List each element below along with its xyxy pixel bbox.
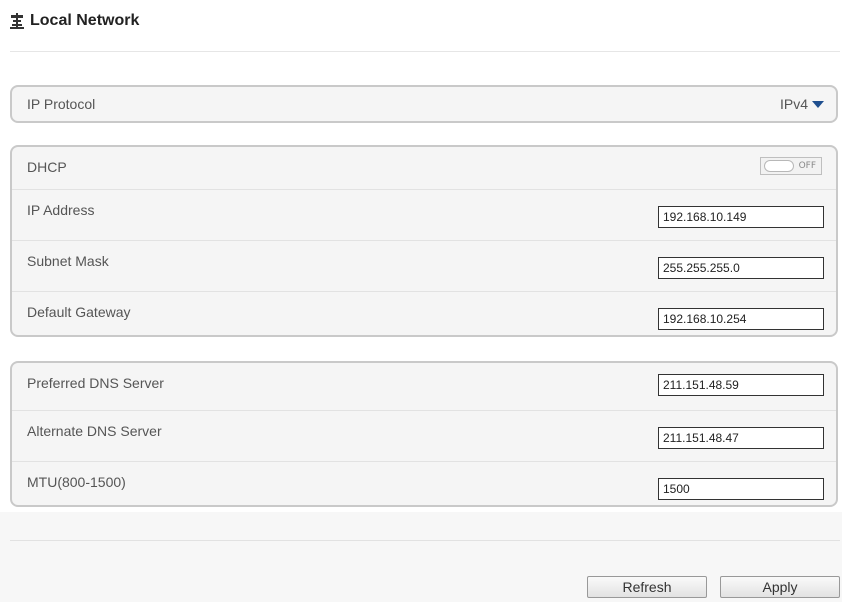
ip-address-field[interactable] <box>658 206 824 228</box>
dhcp-toggle[interactable]: OFF <box>760 157 822 175</box>
preferred-dns-label: Preferred DNS Server <box>27 375 164 391</box>
apply-button[interactable]: Apply <box>720 576 840 598</box>
dhcp-row: DHCP OFF <box>12 147 836 190</box>
refresh-button[interactable]: Refresh <box>587 576 707 598</box>
mtu-field[interactable] <box>658 478 824 500</box>
ip-address-label: IP Address <box>27 202 95 218</box>
ip-protocol-value: IPv4 <box>779 96 808 112</box>
subnet-mask-field[interactable] <box>658 257 824 279</box>
page-title: Local Network <box>30 12 140 29</box>
network-signpost-icon <box>10 13 24 29</box>
toggle-knob <box>764 160 794 172</box>
default-gateway-label: Default Gateway <box>27 304 131 320</box>
action-divider <box>10 540 840 541</box>
ip-protocol-panel: IP Protocol IPv4 <box>10 85 838 123</box>
alternate-dns-field[interactable] <box>658 427 824 449</box>
preferred-dns-row: Preferred DNS Server <box>12 363 836 411</box>
default-gateway-row: Default Gateway <box>12 292 836 335</box>
ip-protocol-label: IP Protocol <box>27 96 96 112</box>
action-bar <box>0 512 842 602</box>
ip-protocol-select[interactable]: IPv4 <box>780 96 824 112</box>
alternate-dns-label: Alternate DNS Server <box>27 423 162 439</box>
default-gateway-field[interactable] <box>658 308 824 330</box>
dns-panel: Preferred DNS Server Alternate DNS Serve… <box>10 361 838 507</box>
ip-protocol-row: IP Protocol IPv4 <box>12 87 836 123</box>
preferred-dns-field[interactable] <box>658 374 824 396</box>
mtu-row: MTU(800-1500) <box>12 462 836 505</box>
alternate-dns-row: Alternate DNS Server <box>12 411 836 462</box>
subnet-mask-label: Subnet Mask <box>27 253 109 269</box>
dhcp-state: OFF <box>798 161 816 171</box>
chevron-down-icon <box>812 100 824 108</box>
addressing-panel: DHCP OFF IP Address Subnet Mask Default … <box>10 145 838 337</box>
page-header: Local Network <box>10 12 139 30</box>
mtu-label: MTU(800-1500) <box>27 474 126 490</box>
ip-address-row: IP Address <box>12 190 836 241</box>
subnet-mask-row: Subnet Mask <box>12 241 836 292</box>
dhcp-label: DHCP <box>27 159 67 175</box>
header-divider <box>10 51 840 52</box>
